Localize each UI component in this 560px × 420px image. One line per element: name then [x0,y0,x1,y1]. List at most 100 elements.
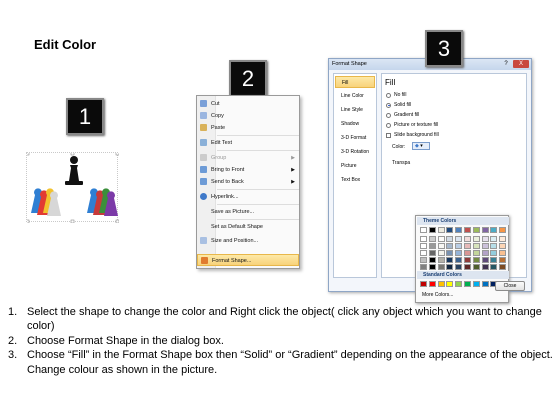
theme-color-swatch[interactable] [420,257,427,263]
theme-color-swatch[interactable] [464,243,471,249]
theme-color-swatch[interactable] [420,243,427,249]
theme-color-swatch[interactable] [455,250,463,256]
theme-color-swatch[interactable] [455,243,463,249]
color-picker-button[interactable]: ◆ ▾ [412,142,430,150]
category-text-box[interactable]: Text Box [335,174,375,186]
menu-item-size-position[interactable]: Size and Position... [197,235,299,247]
theme-color-swatch[interactable] [499,236,507,242]
category-fill[interactable]: Fill [335,76,375,88]
theme-color-swatch[interactable] [490,236,498,242]
menu-item-bring-to-front[interactable]: Bring to Front ▶ [197,164,299,176]
menu-item-paste[interactable]: Paste [197,122,299,134]
theme-color-swatch[interactable] [472,236,480,242]
menu-item-save-as-picture[interactable]: Save as Picture... [197,206,299,218]
theme-color-swatch[interactable] [472,243,480,249]
menu-item-format-shape[interactable]: Format Shape... [197,254,299,266]
option-solid-fill[interactable]: Solid fill [386,102,411,108]
theme-color-swatch[interactable] [437,236,445,242]
category-picture[interactable]: Picture [335,160,375,172]
theme-color-swatch[interactable] [499,227,507,233]
theme-color-swatch[interactable] [464,227,471,233]
standard-color-swatch[interactable] [455,281,463,287]
theme-color-swatch[interactable] [481,264,489,270]
menu-item-set-default-shape[interactable]: Set as Default Shape [197,221,299,233]
standard-color-swatch[interactable] [464,281,471,287]
menu-item-hyperlink[interactable]: Hyperlink... [197,191,299,203]
theme-color-swatch[interactable] [437,257,445,263]
menu-item-cut[interactable]: Cut [197,98,299,110]
theme-color-swatch[interactable] [481,257,489,263]
theme-color-swatch[interactable] [437,250,445,256]
theme-color-swatch[interactable] [446,243,454,249]
help-button[interactable]: ? [501,60,511,68]
theme-color-swatch[interactable] [499,250,507,256]
theme-color-swatch[interactable] [490,250,498,256]
theme-color-swatch[interactable] [446,236,454,242]
theme-color-swatch[interactable] [481,227,489,233]
theme-color-swatch[interactable] [428,264,436,270]
theme-color-swatch[interactable] [499,257,507,263]
theme-color-swatch[interactable] [428,236,436,242]
theme-color-swatch[interactable] [455,227,463,233]
menu-item-copy[interactable]: Copy [197,110,299,122]
theme-color-swatch[interactable] [446,227,454,233]
theme-color-swatch[interactable] [437,264,445,270]
theme-color-swatch[interactable] [464,257,471,263]
theme-color-swatch[interactable] [490,227,498,233]
theme-color-swatch[interactable] [446,257,454,263]
chevron-down-icon: ▾ [418,143,423,149]
menu-item-edit-text[interactable]: Edit Text [197,137,299,149]
theme-color-swatch[interactable] [472,264,480,270]
menu-item-send-to-back[interactable]: Send to Back ▶ [197,176,299,188]
theme-color-swatch[interactable] [464,236,471,242]
theme-color-swatch[interactable] [490,264,498,270]
standard-color-swatch[interactable] [481,281,489,287]
standard-color-swatch[interactable] [428,281,436,287]
close-button[interactable]: Close [495,281,525,291]
theme-color-swatch[interactable] [455,264,463,270]
theme-color-swatch[interactable] [481,243,489,249]
theme-color-swatch[interactable] [472,227,480,233]
theme-color-swatch[interactable] [437,243,445,249]
standard-color-swatch[interactable] [472,281,480,287]
theme-color-swatch[interactable] [428,243,436,249]
theme-color-swatch[interactable] [499,264,507,270]
option-slide-bg-fill[interactable]: Slide background fill [386,132,439,138]
theme-color-swatch[interactable] [464,250,471,256]
pawn-pieces-image [25,151,120,224]
category-line-style[interactable]: Line Style [335,104,375,116]
standard-color-swatch[interactable] [420,281,427,287]
selected-shape-group[interactable] [25,151,120,224]
option-gradient-fill[interactable]: Gradient fill [386,112,419,118]
theme-color-swatch[interactable] [420,236,427,242]
option-picture-fill[interactable]: Picture or texture fill [386,122,438,128]
option-no-fill[interactable]: No fill [386,92,407,98]
theme-color-swatch[interactable] [428,227,436,233]
theme-color-swatch[interactable] [428,257,436,263]
theme-color-swatch[interactable] [481,250,489,256]
theme-color-swatch[interactable] [455,236,463,242]
theme-color-swatch[interactable] [490,243,498,249]
more-colors-link[interactable]: More Colors... [422,292,453,298]
category-shadow[interactable]: Shadow [335,118,375,130]
theme-color-swatch[interactable] [446,264,454,270]
category-line-color[interactable]: Line Color [335,90,375,102]
standard-color-swatch[interactable] [437,281,445,287]
theme-color-swatch[interactable] [499,243,507,249]
theme-color-swatch[interactable] [481,236,489,242]
theme-color-swatch[interactable] [420,264,427,270]
standard-color-swatch[interactable] [446,281,454,287]
theme-color-swatch[interactable] [464,264,471,270]
theme-color-swatch[interactable] [446,250,454,256]
close-window-button[interactable]: X [513,60,529,68]
theme-color-swatch[interactable] [490,257,498,263]
theme-color-swatch[interactable] [472,257,480,263]
theme-color-swatch[interactable] [437,227,445,233]
theme-color-swatch[interactable] [472,250,480,256]
theme-color-swatch[interactable] [455,257,463,263]
theme-color-swatch[interactable] [420,250,427,256]
category-3d-format[interactable]: 3-D Format [335,132,375,144]
theme-color-swatch[interactable] [428,250,436,256]
theme-color-swatch[interactable] [420,227,427,233]
category-3d-rotation[interactable]: 3-D Rotation [335,146,375,158]
